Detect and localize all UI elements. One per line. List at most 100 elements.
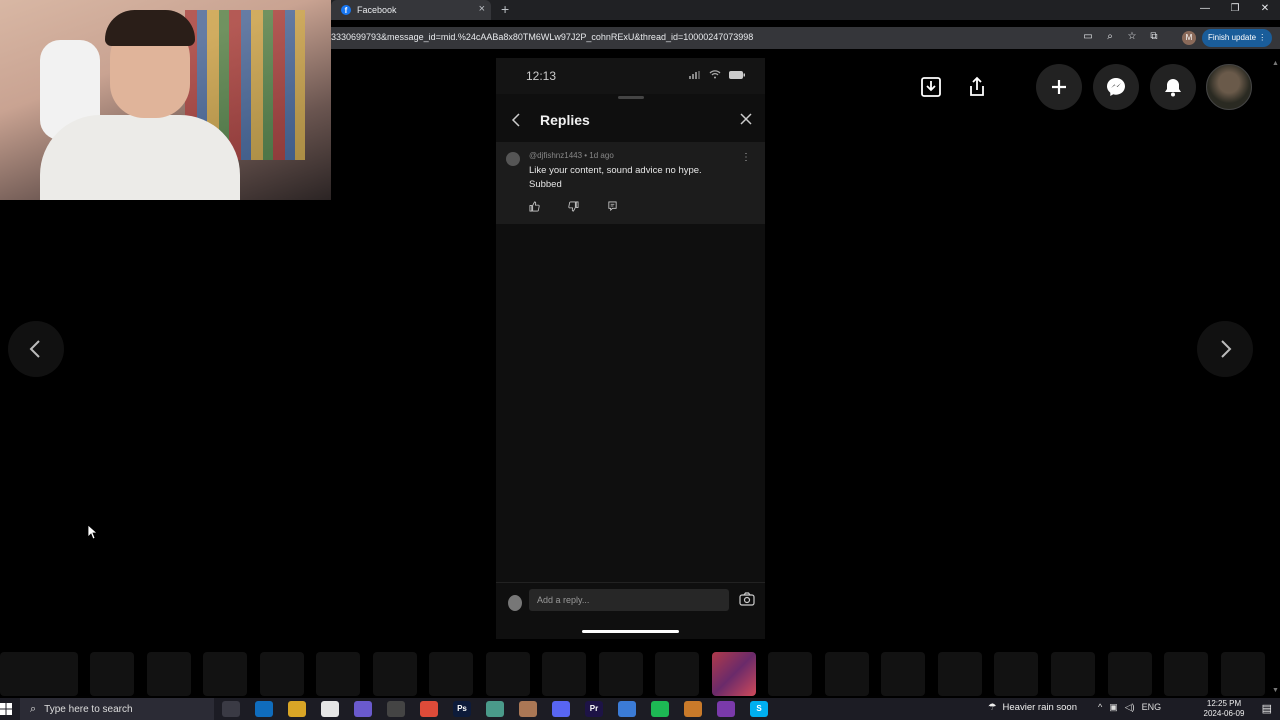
thumbs-down-icon[interactable] <box>568 201 579 212</box>
download-icon[interactable] <box>908 64 954 110</box>
profile-avatar[interactable]: M <box>1182 31 1196 45</box>
camera-icon[interactable] <box>739 592 755 606</box>
close-window-button[interactable]: ✕ <box>1250 0 1280 20</box>
create-plus-icon[interactable] <box>1036 64 1082 110</box>
taskbar-app-icon[interactable] <box>222 701 240 717</box>
taskbar-app-icon[interactable] <box>651 701 669 717</box>
taskbar-app-icon[interactable] <box>552 701 570 717</box>
taskbar-app-icon[interactable] <box>255 701 273 717</box>
url-text[interactable]: 3330699793&message_id=mid.%24cAABa8x80TM… <box>331 32 753 42</box>
bookmark-star-icon[interactable]: ☆ <box>1126 31 1138 42</box>
close-icon[interactable] <box>739 112 753 126</box>
thumbnail[interactable] <box>203 652 247 696</box>
tab-close-icon[interactable]: × <box>479 3 485 15</box>
share-icon[interactable] <box>954 64 1000 110</box>
taskbar-app-icon[interactable] <box>618 701 636 717</box>
reply-comment-icon[interactable] <box>607 201 618 212</box>
restore-button[interactable]: ❐ <box>1220 0 1250 20</box>
thumbnail-active[interactable] <box>712 652 756 696</box>
taskbar-app-icon[interactable]: Ps <box>453 701 471 717</box>
scroll-up-icon[interactable]: ▲ <box>1272 60 1279 67</box>
user-avatar <box>508 595 522 611</box>
network-icon[interactable]: ▣ <box>1109 702 1118 713</box>
cast-icon[interactable]: ▭ <box>1082 31 1094 42</box>
weather-widget[interactable]: ☂ Heavier rain soon <box>988 702 1077 713</box>
comment-age: 1d ago <box>589 151 614 160</box>
person-shirt <box>40 115 240 200</box>
new-tab-button[interactable]: + <box>501 1 509 17</box>
thumbnail[interactable] <box>768 652 812 696</box>
taskbar-app-icon[interactable]: Pr <box>585 701 603 717</box>
chevron-right-icon <box>1221 340 1232 358</box>
comment-meta: @djfishnz1443 • 1d ago <box>529 151 614 160</box>
scroll-down-icon[interactable]: ▼ <box>1272 687 1279 694</box>
taskbar-app-icon[interactable] <box>486 701 504 717</box>
taskbar-app-icon[interactable] <box>354 701 372 717</box>
thumbnail[interactable] <box>260 652 304 696</box>
finish-update-button[interactable]: Finish update ⋮ <box>1202 29 1272 47</box>
thumbnail[interactable] <box>1108 652 1152 696</box>
person-hair <box>105 10 195 46</box>
minimize-button[interactable]: — <box>1190 0 1220 20</box>
thumbnail[interactable] <box>34 652 78 696</box>
zoom-icon[interactable]: ⌕ <box>1104 31 1116 42</box>
umbrella-icon: ☂ <box>988 702 997 713</box>
taskbar-app-icon[interactable] <box>387 701 405 717</box>
search-icon: ⌕ <box>30 702 37 715</box>
thumbnail[interactable] <box>90 652 134 696</box>
taskbar-apps: Ps Pr S <box>222 701 768 717</box>
taskbar-app-icon[interactable] <box>684 701 702 717</box>
notification-center-icon[interactable]: ▤ <box>1262 702 1272 715</box>
taskbar-search[interactable]: ⌕ Type here to search <box>20 698 214 720</box>
back-arrow-icon[interactable] <box>510 112 522 128</box>
finish-update-label: Finish update <box>1208 33 1257 42</box>
thumbnail[interactable] <box>881 652 925 696</box>
facebook-icon: f <box>341 5 351 15</box>
thumbnail[interactable] <box>938 652 982 696</box>
phone-status-icons <box>689 70 745 79</box>
windows-start-icon[interactable] <box>0 703 12 715</box>
taskbar-clock[interactable]: 12:25 PM 2024-06-09 <box>1202 699 1246 719</box>
comment-actions <box>529 201 618 212</box>
reply-input[interactable]: Add a reply... <box>529 589 729 611</box>
commenter-avatar[interactable] <box>506 152 520 166</box>
thumbnail[interactable] <box>825 652 869 696</box>
volume-icon[interactable]: ◁) <box>1125 702 1135 713</box>
thumbnail[interactable] <box>599 652 643 696</box>
comment-more-icon[interactable]: ⋮ <box>741 152 751 163</box>
address-bar: 3330699793&message_id=mid.%24cAABa8x80TM… <box>331 27 1280 49</box>
taskbar-app-icon[interactable] <box>519 701 537 717</box>
previous-button[interactable] <box>8 321 64 377</box>
weather-text: Heavier rain soon <box>1002 702 1077 713</box>
taskbar-app-icon[interactable] <box>321 701 339 717</box>
thumbnail[interactable] <box>994 652 1038 696</box>
account-avatar[interactable] <box>1206 64 1252 110</box>
thumbnail[interactable] <box>147 652 191 696</box>
thumbnail[interactable] <box>316 652 360 696</box>
thumbnail[interactable] <box>429 652 473 696</box>
messenger-icon[interactable] <box>1093 64 1139 110</box>
comment-author[interactable]: @djfishnz1443 <box>529 151 582 160</box>
thumbnail[interactable] <box>542 652 586 696</box>
extensions-icon[interactable]: ⧉ <box>1148 31 1160 42</box>
thumbnail[interactable] <box>655 652 699 696</box>
clock-time: 12:25 PM <box>1206 699 1242 708</box>
sheet-grab-handle[interactable] <box>618 96 644 99</box>
thumbnail[interactable] <box>486 652 530 696</box>
page-scrollbar[interactable]: ▲ ▼ <box>1270 52 1280 698</box>
taskbar-app-icon[interactable]: S <box>750 701 768 717</box>
thumbnail[interactable] <box>1051 652 1095 696</box>
photo-thumbnail-strip <box>0 652 1280 696</box>
taskbar-app-icon[interactable] <box>288 701 306 717</box>
thumbnail[interactable] <box>1164 652 1208 696</box>
notifications-bell-icon[interactable] <box>1150 64 1196 110</box>
taskbar-app-icon[interactable] <box>420 701 438 717</box>
thumbnail[interactable] <box>373 652 417 696</box>
taskbar-app-icon[interactable] <box>717 701 735 717</box>
thumbs-up-icon[interactable] <box>529 201 540 212</box>
next-button[interactable] <box>1197 321 1253 377</box>
tray-overflow-icon[interactable]: ^ <box>1098 702 1102 713</box>
thumbnail[interactable] <box>1221 652 1265 696</box>
language-indicator[interactable]: ENG <box>1142 702 1162 713</box>
tab-facebook[interactable]: f Facebook × <box>331 0 491 20</box>
